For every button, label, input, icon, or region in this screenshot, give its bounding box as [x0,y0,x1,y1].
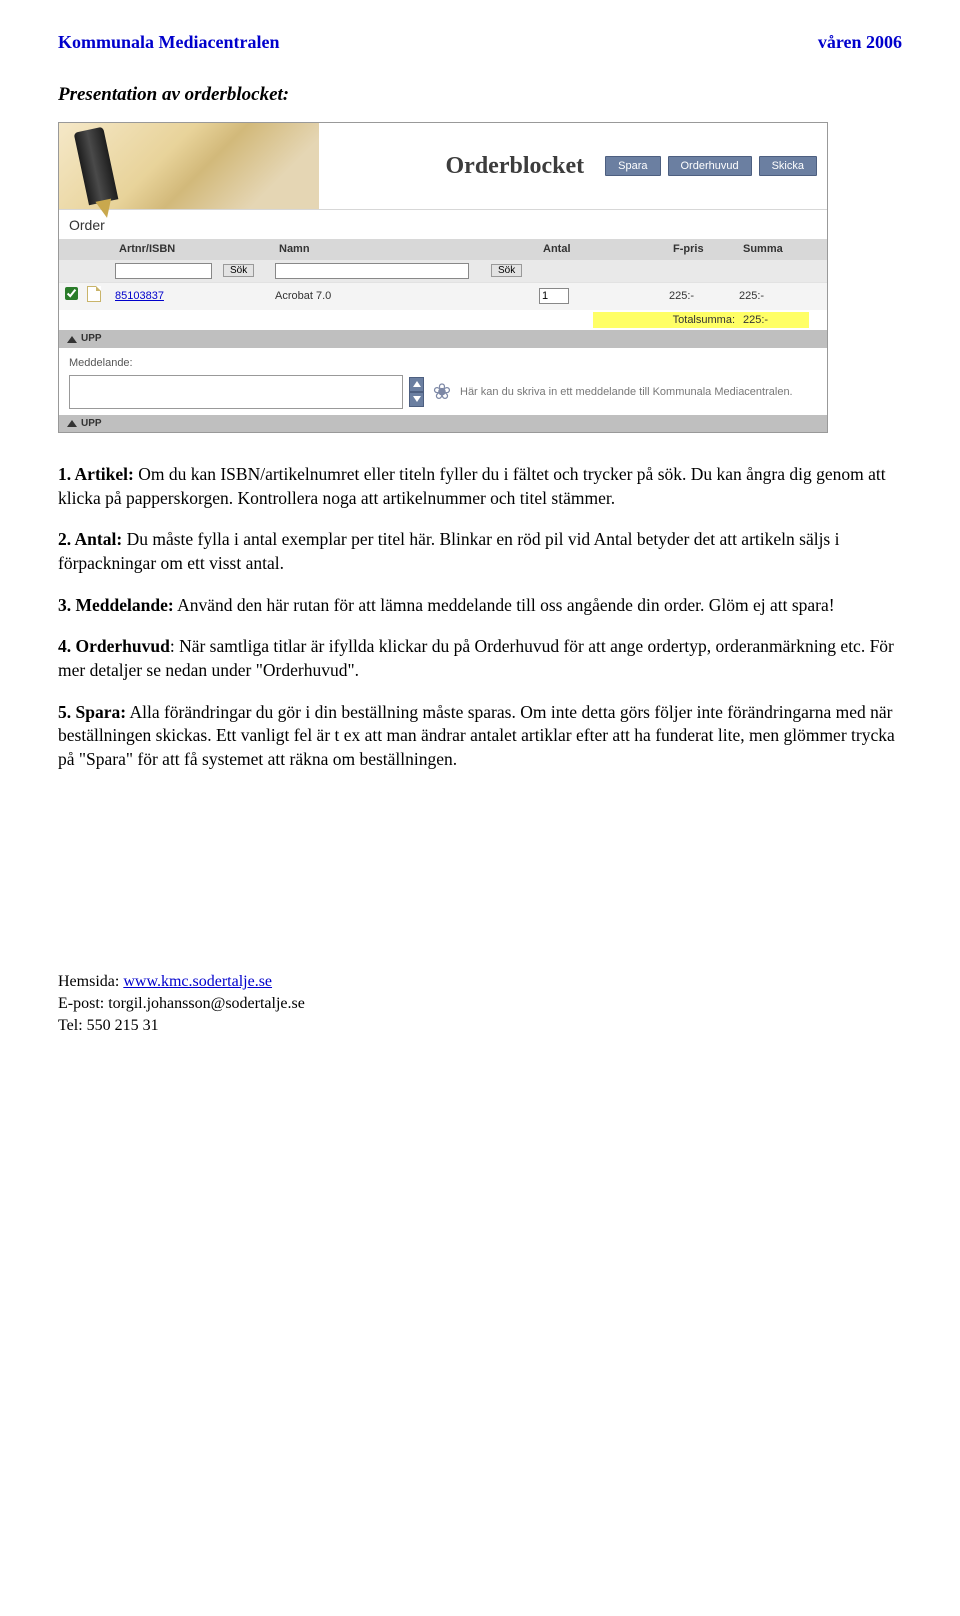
upp-bar-1[interactable]: UPP [59,330,827,348]
upp-label-2: UPP [81,417,102,431]
spin-up-button[interactable] [409,377,424,392]
orderblocket-screenshot: Orderblocket Spara Orderhuvud Skicka Ord… [58,122,828,433]
para-5: 5. Spara: Alla förändringar du gör i din… [58,701,902,772]
footer-tel: Tel: 550 215 31 [58,1015,902,1037]
col-namn: Namn [275,242,491,257]
col-artnr: Artnr/ISBN [115,242,223,257]
order-row: 85103837 Acrobat 7.0 225:- 225:- [59,282,827,310]
footer-email: E-post: torgil.johansson@sodertalje.se [58,993,902,1015]
banner-image [59,123,319,209]
orderhuvud-button[interactable]: Orderhuvud [668,156,752,177]
upp-bar-2[interactable]: UPP [59,415,827,433]
row-fpris: 225:- [669,289,739,304]
total-value: 225:- [739,312,809,329]
meddelande-hint: Här kan du skriva in ett meddelande till… [460,385,817,399]
para-4: 4. Orderhuvud: När samtliga titlar är if… [58,635,902,682]
artnr-input[interactable] [115,263,212,279]
para-3: 3. Meddelande: Använd den här rutan för … [58,594,902,618]
col-summa: Summa [739,242,809,257]
sok-namn-button[interactable]: Sök [491,264,522,277]
row-checkbox[interactable] [65,287,78,300]
footer: Hemsida: www.kmc.sodertalje.se E-post: t… [58,971,902,1036]
document-icon[interactable] [87,286,101,302]
order-heading: Order [69,216,827,235]
row-antal-input[interactable] [539,288,569,304]
banner-title: Orderblocket [446,150,585,182]
up-arrow-icon [67,420,77,427]
homepage-link[interactable]: www.kmc.sodertalje.se [123,973,272,990]
para-2: 2. Antal: Du måste fylla i antal exempla… [58,528,902,575]
doc-header-left: Kommunala Mediacentralen [58,30,279,54]
section-title: Presentation av orderblocket: [58,82,902,108]
col-fpris: F-pris [669,242,739,257]
row-namn: Acrobat 7.0 [275,289,491,304]
meddelande-label: Meddelande: [59,348,827,375]
sok-artnr-button[interactable]: Sök [223,264,254,277]
row-summa: 225:- [739,289,809,304]
spin-down-button[interactable] [409,392,424,407]
spara-button[interactable]: Spara [605,156,660,177]
chevron-up-icon [413,381,421,387]
skicka-button[interactable]: Skicka [759,156,817,177]
upp-label: UPP [81,332,102,346]
hint-figure-icon: ❀ [430,377,454,407]
doc-header-right: våren 2006 [818,30,902,54]
up-arrow-icon [67,336,77,343]
namn-input[interactable] [275,263,469,279]
row-artnr-link[interactable]: 85103837 [115,290,164,302]
para-1: 1. Artikel: Om du kan ISBN/artikelnumret… [58,463,902,510]
meddelande-textarea[interactable] [69,375,403,409]
col-antal: Antal [539,242,593,257]
chevron-down-icon [413,396,421,402]
total-label: Totalsumma: [593,312,739,329]
